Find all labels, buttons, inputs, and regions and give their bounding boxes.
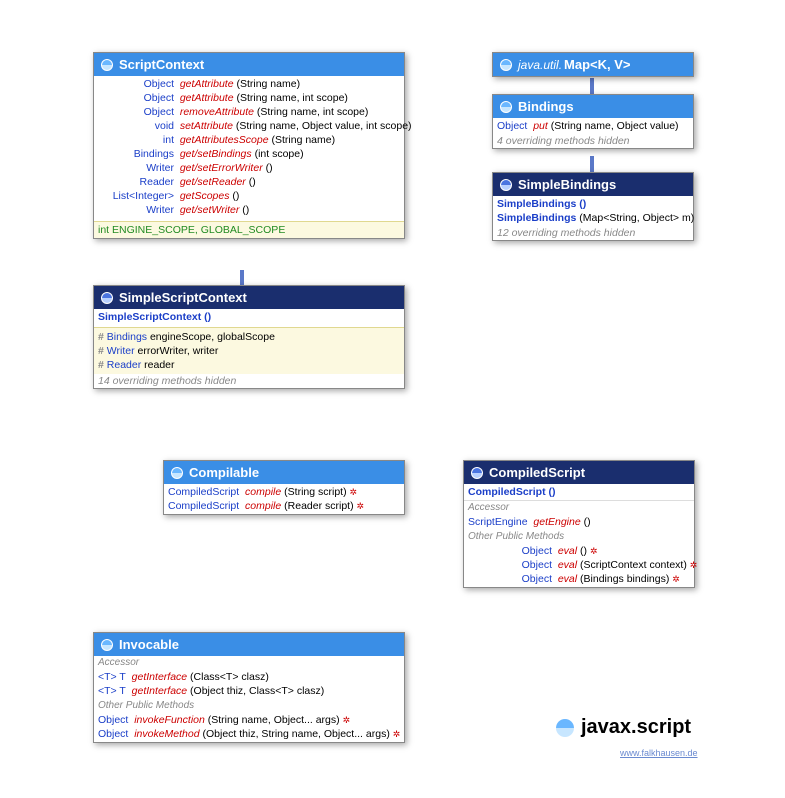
package-icon <box>555 718 575 738</box>
header-bindings: Bindings <box>493 95 693 118</box>
class-title: SimpleScriptContext <box>119 290 247 305</box>
class-title: SimpleBindings <box>518 177 616 192</box>
class-simplebindings: SimpleBindings SimpleBindings () SimpleB… <box>492 172 694 241</box>
class-invocable: Invocable Accessor <T> T getInterface (C… <box>93 632 405 743</box>
header-map: java.util.Map<K, V> <box>493 53 693 76</box>
interface-icon <box>499 58 513 72</box>
class-simplescriptcontext: SimpleScriptContext SimpleScriptContext … <box>93 285 405 389</box>
class-compiledscript: CompiledScript CompiledScript () Accesso… <box>463 460 695 588</box>
class-title: Invocable <box>119 637 179 652</box>
class-title: CompiledScript <box>489 465 585 480</box>
header-invocable: Invocable <box>94 633 404 656</box>
header-compilable: Compilable <box>164 461 404 484</box>
class-title: Compilable <box>189 465 259 480</box>
interface-icon <box>499 100 513 114</box>
credit-link[interactable]: www.falkhausen.de <box>620 748 698 758</box>
header-simplescriptcontext: SimpleScriptContext <box>94 286 404 309</box>
constants-row: int ENGINE_SCOPE, GLOBAL_SCOPE <box>94 222 404 238</box>
class-map: java.util.Map<K, V> <box>492 52 694 77</box>
package-label: javax.script <box>555 716 691 739</box>
class-icon <box>470 466 484 480</box>
interface-icon <box>100 58 114 72</box>
class-title: java.util.Map<K, V> <box>518 57 631 72</box>
class-title: ScriptContext <box>119 57 204 72</box>
class-scriptcontext: ScriptContext Object getAttribute (Strin… <box>93 52 405 239</box>
header-compiledscript: CompiledScript <box>464 461 694 484</box>
header-scriptcontext: ScriptContext <box>94 53 404 76</box>
interface-icon <box>100 638 114 652</box>
class-icon <box>100 291 114 305</box>
interface-icon <box>170 466 184 480</box>
header-simplebindings: SimpleBindings <box>493 173 693 196</box>
class-bindings: Bindings Object put (String name, Object… <box>492 94 694 149</box>
class-title: Bindings <box>518 99 574 114</box>
class-icon <box>499 178 513 192</box>
class-compilable: Compilable CompiledScript compile (Strin… <box>163 460 405 515</box>
